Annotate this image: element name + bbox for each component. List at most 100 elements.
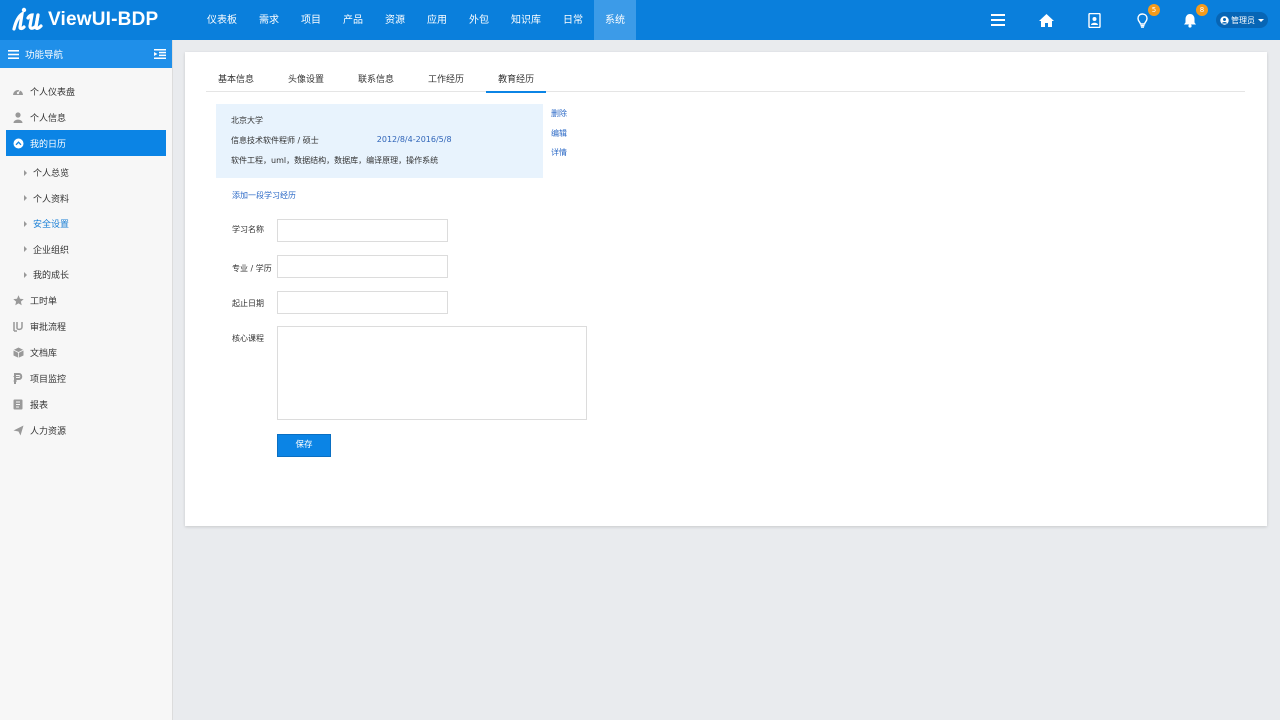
study-name-label: 学习名称 xyxy=(232,225,264,234)
send-icon xyxy=(12,425,24,437)
core-courses-textarea[interactable] xyxy=(277,326,587,420)
sidebar-item-personal-info[interactable]: 个人信息 xyxy=(0,104,172,130)
caret-right-icon xyxy=(24,169,27,176)
user-icon xyxy=(12,111,24,123)
sidebar-item-my-calendar[interactable]: 我的日历 xyxy=(6,130,166,156)
major-degree-label: 专业 / 学历 xyxy=(232,264,272,273)
sidebar-item-label: 审批流程 xyxy=(30,323,67,333)
star-icon xyxy=(12,295,24,307)
tab-basic-info[interactable]: 基本信息 xyxy=(206,68,266,92)
menu-icon[interactable] xyxy=(990,12,1006,28)
sidebar-subitem-label: 企业组织 xyxy=(33,245,70,256)
education-courses: 软件工程，uml，数据结构，数据库，编译原理，操作系统 xyxy=(231,156,439,165)
tab-education[interactable]: 教育经历 xyxy=(486,68,547,93)
sidebar-subitem-label: 个人资料 xyxy=(33,194,70,205)
sidebar-subitem-label: 我的成长 xyxy=(33,271,70,282)
dashboard-icon xyxy=(12,85,24,97)
top-right-tools: 5 8 管理员 xyxy=(974,0,1280,40)
sidebar-subitem-label: 安全设置 xyxy=(33,220,70,231)
monitor-icon xyxy=(12,373,24,385)
sidebar-subitem-security[interactable]: 安全设置 xyxy=(0,211,172,237)
nav-outsourcing[interactable]: 外包 xyxy=(458,0,500,40)
bulb-icon[interactable]: 5 xyxy=(1134,4,1160,28)
user-circle-icon xyxy=(1220,15,1229,25)
sidebar-item-human-resources[interactable]: 人力资源 xyxy=(0,418,172,444)
bulb-badge: 5 xyxy=(1148,4,1160,16)
education-major: 信息技术软件程师 / 硕士 xyxy=(231,136,319,145)
nav-requirements[interactable]: 需求 xyxy=(248,0,290,40)
nav-system[interactable]: 系统 xyxy=(594,0,636,40)
nav-projects[interactable]: 项目 xyxy=(290,0,332,40)
top-bar: ViewUI-BDP 仪表板 需求 项目 产品 资源 应用 外包 知识库 日常 … xyxy=(0,0,1280,40)
sidebar-header: 功能导航 xyxy=(0,40,172,68)
sidebar-item-project-monitor[interactable]: 项目监控 xyxy=(0,366,172,392)
chevron-down-icon xyxy=(1258,18,1264,22)
box-icon xyxy=(12,347,24,359)
sidebar-title: 功能导航 xyxy=(25,50,64,61)
caret-right-icon xyxy=(24,246,27,253)
sidebar-item-label: 报表 xyxy=(30,401,49,411)
tab-work-experience[interactable]: 工作经历 xyxy=(416,68,476,92)
sidebar-menu: 个人仪表盘 个人信息 我的日历 个人总览 个人资料 安全设置 企业组织 我的成长… xyxy=(0,68,172,444)
sidebar-item-approval-flow[interactable]: 审批流程 xyxy=(0,314,172,340)
sidebar-subitem-organization[interactable]: 企业组织 xyxy=(0,237,172,263)
delete-link[interactable]: 删除 xyxy=(551,108,567,128)
bell-icon[interactable]: 8 xyxy=(1182,4,1208,28)
tab-contact[interactable]: 联系信息 xyxy=(346,68,406,92)
sidebar-item-label: 项目监控 xyxy=(30,375,67,385)
user-menu[interactable]: 管理员 xyxy=(1216,12,1268,28)
education-school: 北京大学 xyxy=(231,116,263,125)
flow-icon xyxy=(12,321,24,333)
contacts-icon[interactable] xyxy=(1086,12,1102,28)
collapse-sidebar-icon[interactable] xyxy=(154,49,166,59)
sidebar-item-label: 个人仪表盘 xyxy=(30,87,76,98)
sidebar-subitem-growth[interactable]: 我的成长 xyxy=(0,262,172,288)
nav-resources[interactable]: 资源 xyxy=(374,0,416,40)
caret-right-icon xyxy=(24,271,27,278)
add-education-link[interactable]: 添加一段学习经历 xyxy=(232,190,296,201)
caret-right-icon xyxy=(24,195,27,202)
core-courses-label: 核心课程 xyxy=(232,334,264,343)
sidebar-item-timesheet[interactable]: 工时单 xyxy=(0,288,172,314)
chevron-up-circle-icon xyxy=(12,137,24,149)
nav-products[interactable]: 产品 xyxy=(332,0,374,40)
education-date: 2012/8/4-2016/5/8 xyxy=(376,135,452,144)
sidebar-item-reports[interactable]: 报表 xyxy=(0,392,172,418)
major-degree-input[interactable] xyxy=(277,255,448,278)
sidebar-subitem-label: 个人总览 xyxy=(33,169,70,180)
sidebar-item-label: 我的日历 xyxy=(30,139,67,150)
detail-link[interactable]: 详情 xyxy=(551,147,567,167)
brand-name: ViewUI-BDP xyxy=(48,9,159,30)
sidebar-item-document-library[interactable]: 文档库 xyxy=(0,340,172,366)
sidebar: 功能导航 个人仪表盘 个人信息 我的日历 个人总览 个人资料 安全设置 企业组织… xyxy=(0,40,173,720)
nav-daily[interactable]: 日常 xyxy=(552,0,594,40)
user-name: 管理员 xyxy=(1231,15,1255,25)
caret-right-icon xyxy=(24,220,27,227)
sidebar-subitem-overview[interactable]: 个人总览 xyxy=(0,160,172,186)
top-nav: 仪表板 需求 项目 产品 资源 应用 外包 知识库 日常 系统 xyxy=(196,0,636,40)
bell-badge: 8 xyxy=(1196,4,1208,16)
home-icon[interactable] xyxy=(1038,12,1054,28)
nav-apps[interactable]: 应用 xyxy=(416,0,458,40)
logo-icon xyxy=(10,5,46,35)
nav-dashboard[interactable]: 仪表板 xyxy=(196,0,248,40)
sidebar-item-label: 人力资源 xyxy=(30,427,67,437)
education-actions: 删除 编辑 详情 xyxy=(551,108,567,167)
nav-knowledge[interactable]: 知识库 xyxy=(500,0,552,40)
hamburger-icon[interactable] xyxy=(8,49,19,59)
logo[interactable]: ViewUI-BDP xyxy=(0,0,172,40)
profile-tabs: 基本信息 头像设置 联系信息 工作经历 教育经历 xyxy=(206,68,1245,93)
content-card: 基本信息 头像设置 联系信息 工作经历 教育经历 北京大学 信息技术软件程师 /… xyxy=(185,52,1267,526)
edit-link[interactable]: 编辑 xyxy=(551,128,567,148)
study-name-input[interactable] xyxy=(277,219,448,242)
date-range-label: 起止日期 xyxy=(232,299,264,308)
save-button[interactable]: 保存 xyxy=(277,434,331,457)
sidebar-item-label: 个人信息 xyxy=(30,113,67,124)
sidebar-subitem-profile[interactable]: 个人资料 xyxy=(0,186,172,212)
sidebar-item-label: 工时单 xyxy=(30,297,58,307)
report-icon xyxy=(12,399,24,411)
sidebar-item-label: 文档库 xyxy=(30,349,58,359)
tab-avatar[interactable]: 头像设置 xyxy=(276,68,336,92)
sidebar-item-personal-dashboard[interactable]: 个人仪表盘 xyxy=(0,78,172,104)
date-range-input[interactable] xyxy=(277,291,448,314)
